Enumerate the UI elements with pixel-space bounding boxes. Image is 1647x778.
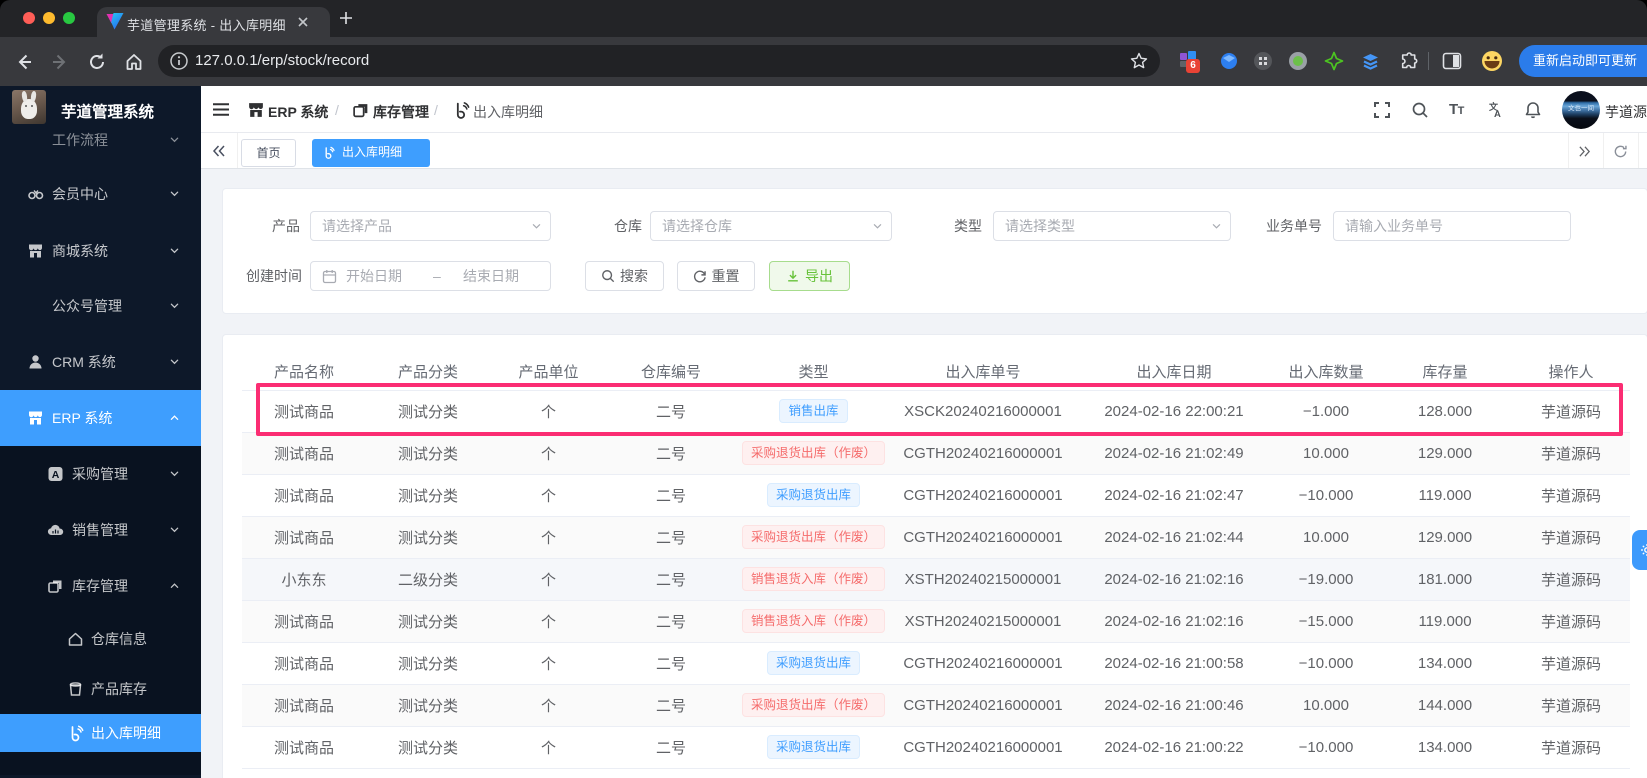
svg-text:A: A [52,469,60,481]
svg-text:A: A [1494,109,1501,119]
